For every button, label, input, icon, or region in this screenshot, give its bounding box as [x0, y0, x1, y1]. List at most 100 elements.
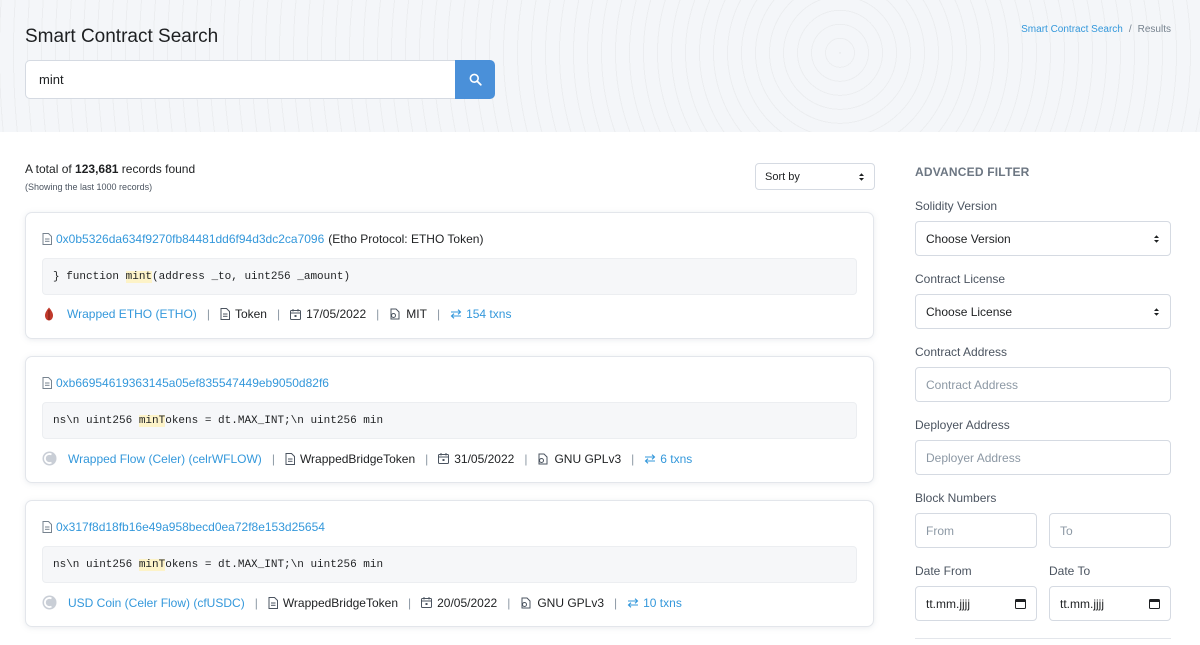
calendar-icon[interactable] [1015, 598, 1026, 609]
calendar-icon [290, 308, 302, 320]
contract-file-icon [42, 233, 52, 245]
deployer-address-label: Deployer Address [915, 418, 1010, 432]
code-snippet: ns\n uint256 minT okens = dt.MAX_INT;\n u… [42, 402, 857, 439]
license-item: GNU GPLv3 [537, 452, 621, 466]
result-card-header: 0x317f8d18fb16e49a958becd0ea72f8e153d256… [42, 520, 329, 534]
result-card-header: 0x0b5326da634f9270fb84481dd6f94d3dc2ca70… [42, 232, 483, 246]
sort-label: Sort by [765, 170, 800, 183]
code-highlight: mint [125, 270, 153, 283]
search-input[interactable] [25, 60, 455, 99]
result-card-header: 0xb66954619363145a05ef835547449eb9050d82… [42, 376, 333, 390]
result-meta-row: USD Coin (Celer Flow) (cfUSDC) | Wrapped… [42, 595, 682, 610]
token-item: USD Coin (Celer Flow) (cfUSDC) [42, 595, 245, 610]
token-link[interactable]: Wrapped ETHO (ETHO) [67, 307, 197, 321]
txns-count: 6 txns [660, 451, 693, 466]
calendar-icon [438, 453, 450, 464]
license-name: GNU GPLv3 [554, 451, 622, 466]
date-to-input[interactable]: tt.mm.jjjj [1049, 586, 1171, 621]
select-arrows-icon [858, 172, 865, 182]
txns-link[interactable]: 6 txns [644, 452, 692, 466]
license-item: MIT [389, 307, 427, 321]
deploy-date: 31/05/2022 [454, 451, 515, 466]
license-icon [520, 597, 532, 609]
calendar-icon [421, 597, 433, 608]
calendar-icon[interactable] [1149, 598, 1160, 609]
contract-type-item: Token [220, 307, 267, 321]
contract-license-label: Contract License [915, 272, 1006, 286]
date-item: 17/05/2022 [290, 307, 366, 321]
txns-link[interactable]: 10 txns [627, 596, 682, 610]
block-numbers-label: Block Numbers [915, 491, 997, 505]
contract-address-link[interactable]: 0x317f8d18fb16e49a958becd0ea72f8e153d256… [56, 520, 325, 534]
contract-license-select[interactable]: Choose License [915, 294, 1171, 329]
deploy-date: 20/05/2022 [437, 595, 498, 610]
code-snippet: } function mint (address _to, uint256 _am… [42, 258, 857, 295]
breadcrumb-link-search[interactable]: Smart Contract Search [1021, 24, 1123, 35]
records-prefix: A total of [25, 162, 72, 176]
contract-type: WrappedBridgeToken [299, 451, 416, 466]
contract-type-item: WrappedBridgeToken [285, 452, 415, 466]
contract-type: Token [234, 307, 267, 321]
date-to-label: Date To [1049, 564, 1091, 578]
search-button[interactable] [455, 60, 495, 99]
etho-logo-icon [42, 307, 56, 321]
celer-logo-icon [42, 595, 57, 610]
contract-file-icon [42, 521, 52, 533]
license-name: GNU GPLv3 [537, 595, 604, 610]
result-card: 0x0b5326da634f9270fb84481dd6f94d3dc2ca70… [25, 212, 874, 339]
meta-separator: | [254, 595, 258, 610]
solidity-version-select[interactable]: Choose Version [915, 221, 1171, 256]
contract-file-icon [42, 377, 52, 389]
contract-address-link[interactable]: 0xb66954619363145a05ef835547449eb9050d82… [56, 376, 329, 390]
meta-separator: | [614, 595, 618, 610]
code-before: } function [53, 270, 126, 283]
meta-separator: | [408, 595, 412, 610]
block-to-input[interactable] [1049, 513, 1171, 548]
contract-address-link[interactable]: 0x0b5326da634f9270fb84481dd6f94d3dc2ca70… [56, 232, 324, 246]
txns-count: 154 txns [466, 307, 512, 321]
meta-separator: | [631, 451, 635, 466]
meta-separator: | [507, 595, 511, 610]
block-from-input[interactable] [915, 513, 1037, 548]
advanced-filter-title: ADVANCED FILTER [915, 165, 1030, 179]
txns-link[interactable]: 154 txns [450, 307, 511, 321]
records-note: (Showing the last 1000 records) [25, 182, 153, 192]
code-after: okens = dt.MAX_INT;\n uint256 min [165, 414, 384, 427]
result-meta-row: Wrapped ETHO (ETHO) | Token | 17/05/2022… [42, 307, 511, 321]
breadcrumb-separator: / [1128, 24, 1132, 35]
breadcrumb-current: Results [1137, 24, 1171, 35]
token-link[interactable]: Wrapped Flow (Celer) (celrWFLOW) [68, 452, 262, 466]
code-after: okens = dt.MAX_INT;\n uint256 min [165, 558, 384, 571]
document-icon [220, 308, 230, 320]
filter-divider [915, 638, 1171, 639]
transfer-arrows-icon [644, 453, 656, 464]
token-item: Wrapped ETHO (ETHO) [42, 307, 197, 321]
license-item: GNU GPLv3 [520, 596, 604, 610]
license-icon [389, 308, 401, 320]
code-highlight: minT [138, 414, 166, 427]
meta-separator: | [376, 307, 380, 321]
document-icon [268, 596, 278, 609]
contract-type-item: WrappedBridgeToken [268, 596, 398, 610]
date-from-label: Date From [915, 564, 972, 578]
date-from-input[interactable]: tt.mm.jjjj [915, 586, 1037, 621]
code-before: ns\n uint256 [53, 558, 139, 571]
contract-address-input[interactable] [915, 367, 1171, 402]
code-highlight: minT [138, 558, 166, 571]
license-icon [537, 453, 549, 465]
code-snippet: ns\n uint256 minT okens = dt.MAX_INT;\n u… [42, 546, 857, 583]
meta-separator: | [524, 451, 528, 466]
deployer-address-input[interactable] [915, 440, 1171, 475]
code-before: ns\n uint256 [53, 414, 139, 427]
sort-select[interactable]: Sort by [755, 163, 875, 190]
results-summary: A total of 123,681 records found (Showin… [25, 162, 195, 192]
deploy-date: 17/05/2022 [306, 307, 367, 321]
result-meta-row: Wrapped Flow (Celer) (celrWFLOW) | Wrapp… [42, 451, 692, 466]
token-link[interactable]: USD Coin (Celer Flow) (cfUSDC) [68, 596, 245, 610]
code-after: (address _to, uint256 _amount) [152, 270, 351, 283]
contract-name: (Etho Protocol: ETHO Token) [328, 232, 484, 246]
license-name: MIT [406, 307, 427, 321]
records-suffix: records found [121, 162, 196, 176]
page-header: Smart Contract Search Smart Contract Sea… [0, 0, 1200, 132]
meta-separator: | [271, 451, 275, 466]
